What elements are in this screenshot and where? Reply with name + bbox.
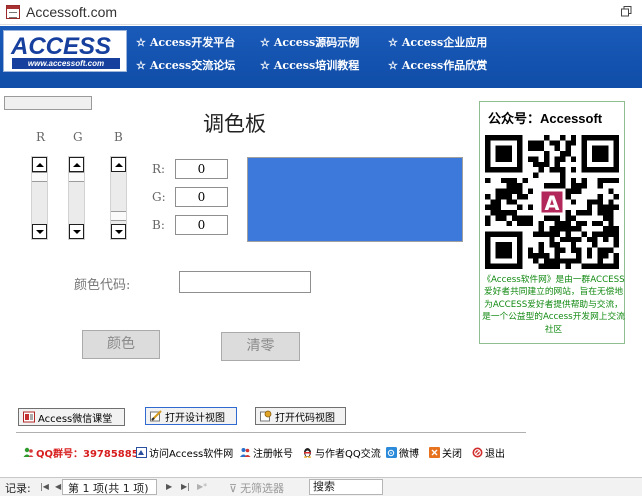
close-text: 关闭 (442, 449, 462, 460)
wechat-class-button[interactable]: Access微信课堂 (18, 408, 125, 426)
green-scroll-down-button[interactable] (69, 224, 84, 239)
green-scrollbar[interactable] (68, 156, 85, 240)
star-icon: ☆ (136, 36, 146, 49)
color-preview (247, 157, 463, 242)
column-label-g: G (73, 130, 83, 144)
close-link[interactable]: 关闭 (429, 445, 462, 460)
contact-author-text: 与作者QQ交流 (315, 449, 381, 460)
presentation-icon (23, 411, 35, 423)
first-record-icon[interactable]: |◀ (40, 482, 49, 491)
green-value-field[interactable]: 0 (175, 187, 228, 207)
nav-showcase[interactable]: ☆ Access作品欣赏 (388, 57, 487, 73)
arrow-down-icon (114, 229, 123, 234)
form-selector-box[interactable] (4, 96, 92, 110)
exit-text: 退出 (485, 449, 505, 460)
arrow-down-icon (72, 229, 81, 234)
app-form-icon (6, 5, 20, 19)
green-scroll-up-button[interactable] (69, 157, 84, 172)
open-design-view-label: 打开设计视图 (165, 412, 225, 424)
star-icon: ☆ (388, 59, 398, 72)
svg-text:A: A (545, 192, 560, 215)
qq-group-link[interactable]: QQ群号：39785885 (23, 445, 139, 460)
red-scroll-up-button[interactable] (32, 157, 47, 172)
weibo-text: 微博 (399, 449, 419, 460)
palette-title: 调色板 (203, 112, 266, 136)
nav-forum[interactable]: ☆ Access交流论坛 (136, 57, 235, 73)
arrow-up-icon (35, 162, 44, 167)
star-icon: ☆ (260, 36, 270, 49)
star-icon: ☆ (136, 59, 146, 72)
register-user-icon (240, 448, 251, 457)
footer-divider (16, 432, 526, 433)
blue-value-field[interactable]: 0 (175, 215, 228, 235)
register-link[interactable]: 注册帐号 (240, 445, 293, 460)
search-input[interactable]: 搜索 (309, 479, 383, 495)
next-record-icon[interactable]: ▶ (166, 482, 172, 491)
wechat-class-label: Access微信课堂 (38, 413, 113, 425)
qr-code-image: A (485, 135, 619, 269)
color-code-label: 颜色代码: (74, 278, 131, 293)
red-value-field[interactable]: 0 (175, 159, 228, 179)
column-label-r: R (36, 130, 46, 144)
exit-link[interactable]: 退出 (472, 445, 505, 460)
filter-icon: ⊽ (229, 482, 238, 495)
arrow-down-icon (35, 229, 44, 234)
register-text: 注册帐号 (253, 449, 293, 460)
contact-author-link[interactable]: 与作者QQ交流 (302, 445, 381, 460)
logo-url: www.accessoft.com (12, 58, 120, 69)
nav-source-examples[interactable]: ☆ Access源码示例 (260, 34, 359, 50)
visit-site-text: 访问Access软件网 (149, 449, 234, 460)
current-record-field[interactable]: 第 1 项(共 1 项) (62, 479, 157, 495)
color-code-field[interactable] (179, 271, 311, 293)
nav-dev-platform[interactable]: ☆ Access开发平台 (136, 34, 235, 50)
blue-scroll-up-button[interactable] (111, 157, 126, 172)
color-button[interactable]: 颜色 (82, 330, 160, 359)
blue-scrollbar[interactable] (110, 156, 127, 240)
clear-button[interactable]: 清零 (221, 332, 300, 361)
restore-window-icon[interactable] (621, 6, 632, 17)
window-title: Accessoft.com (26, 4, 118, 20)
visit-site-link[interactable]: 访问Access软件网 (136, 445, 233, 460)
green-scroll-thumb[interactable] (69, 172, 84, 182)
open-design-view-button[interactable]: 打开设计视图 (145, 407, 237, 425)
design-view-icon (150, 410, 162, 422)
record-label: 记录: (5, 482, 31, 495)
wechat-account-title: 公众号：Accessoft (488, 111, 603, 126)
current-record-text: 第 1 项(共 1 项) (68, 482, 149, 495)
qq-group-text: QQ群号：39785885 (36, 449, 139, 460)
access-logo[interactable]: ACCESS www.accessoft.com (3, 30, 127, 72)
nav-enterprise[interactable]: ☆ Access企业应用 (388, 34, 487, 50)
blue-value-label: B: (152, 218, 165, 232)
open-code-view-button[interactable]: 打开代码视图 (255, 407, 346, 425)
arrow-up-icon (114, 162, 123, 167)
nav-training[interactable]: ☆ Access培训教程 (260, 57, 359, 73)
close-icon (429, 447, 440, 458)
green-value-label: G: (152, 190, 166, 204)
blue-scroll-thumb[interactable] (111, 211, 126, 221)
access-logo-icon: A (538, 188, 566, 216)
red-scrollbar[interactable] (31, 156, 48, 240)
new-record-icon[interactable]: ▶* (197, 482, 207, 491)
no-filter-indicator[interactable]: ⊽ 无筛选器 (229, 480, 284, 496)
website-icon (136, 447, 147, 458)
arrow-up-icon (72, 162, 81, 167)
open-code-view-label: 打开代码视图 (275, 412, 335, 424)
code-view-icon (260, 410, 272, 422)
logo-text: ACCESS (11, 33, 112, 60)
weibo-link[interactable]: 微博 (386, 445, 419, 460)
weibo-icon (386, 447, 397, 458)
exit-icon (472, 447, 483, 458)
site-description: 《Access软件网》是由一群ACCESS爱好者共同建立的网站，旨在无偿地为AC… (482, 275, 625, 335)
star-icon: ☆ (388, 36, 398, 49)
last-record-icon[interactable]: ▶| (181, 482, 190, 491)
star-icon: ☆ (260, 59, 270, 72)
red-value-label: R: (152, 162, 166, 176)
blue-scroll-down-button[interactable] (111, 224, 126, 239)
column-label-b: B (114, 130, 123, 144)
users-icon (23, 447, 34, 457)
red-scroll-thumb[interactable] (32, 172, 47, 182)
qq-penguin-icon (303, 448, 312, 458)
previous-record-icon[interactable]: ◀ (55, 482, 61, 491)
red-scroll-down-button[interactable] (32, 224, 47, 239)
